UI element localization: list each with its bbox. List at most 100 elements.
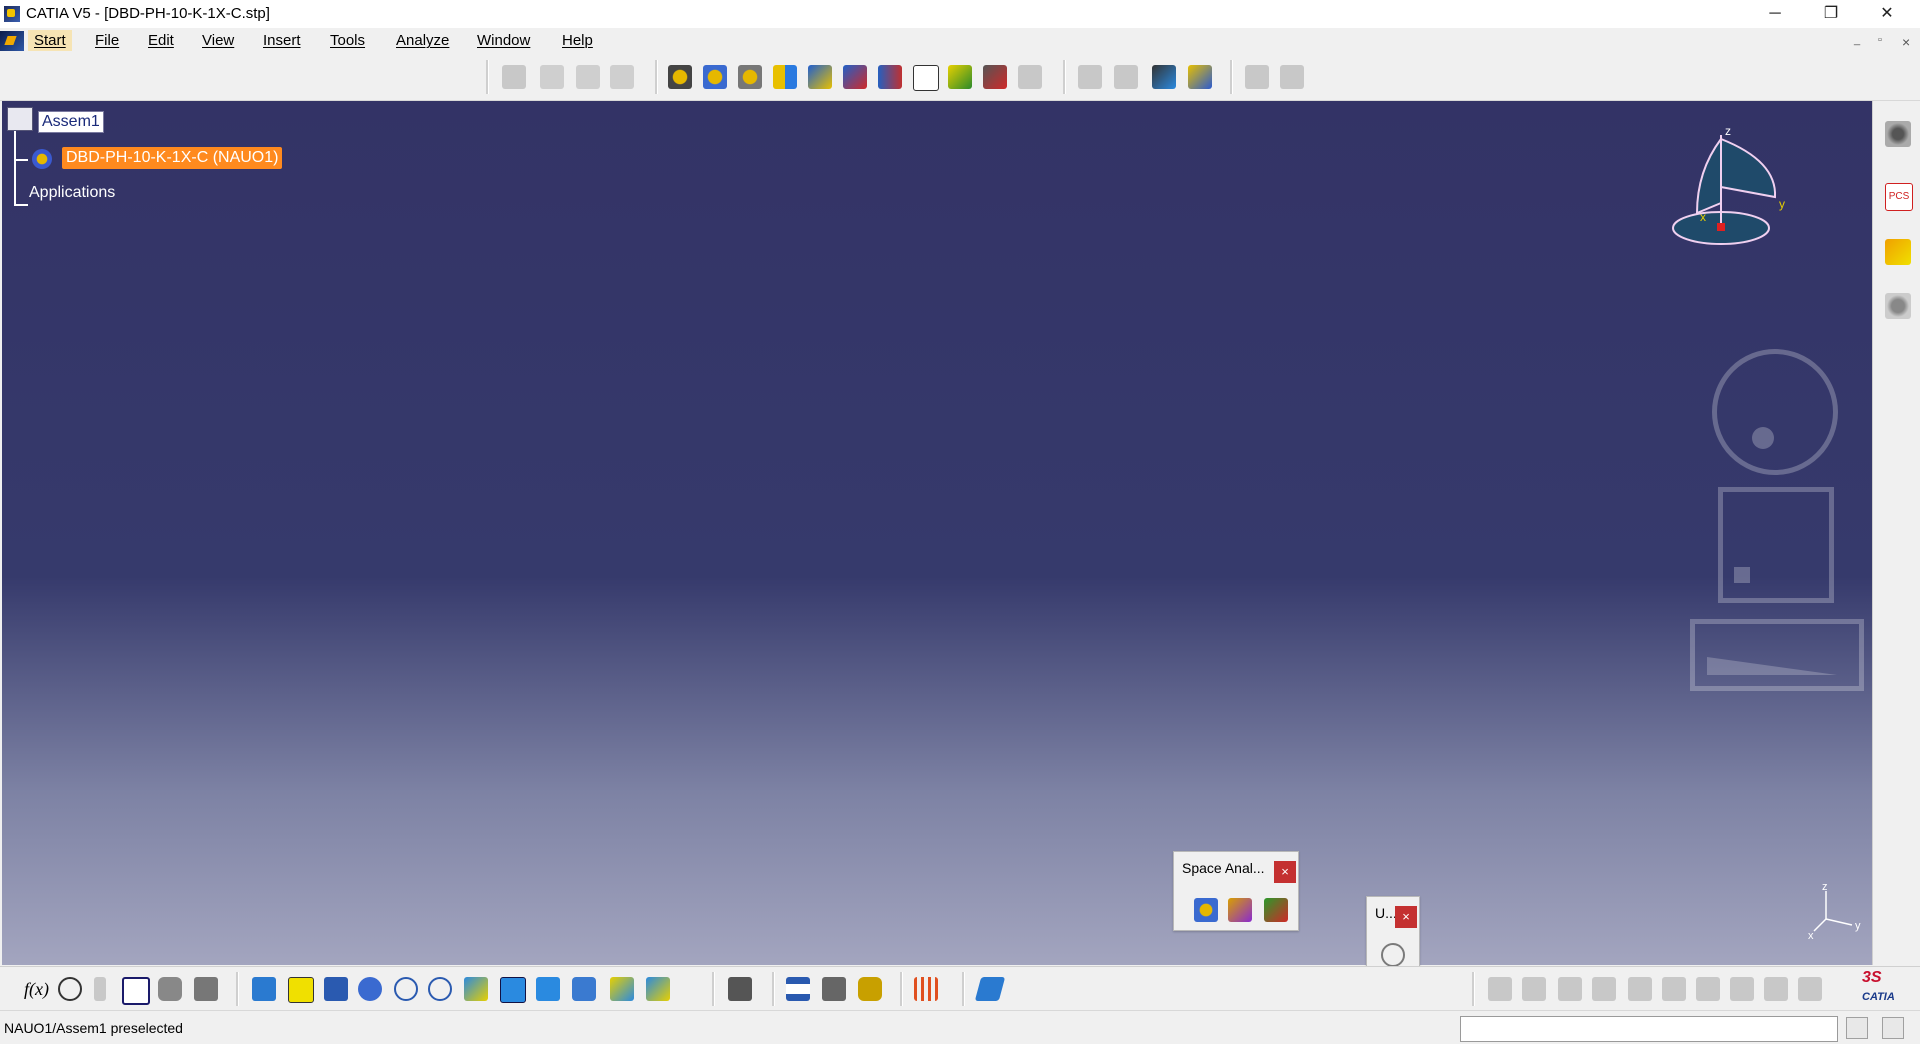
tree-node-applications[interactable]: Applications (29, 184, 115, 202)
close-button[interactable]: ✕ (1864, 0, 1910, 28)
zoom-out-icon[interactable] (428, 977, 452, 1001)
menu-tools[interactable]: Tools (330, 32, 365, 49)
constraint-icon[interactable] (1018, 65, 1042, 89)
space-analysis-close-button[interactable]: × (1274, 861, 1296, 883)
mdi-close-button[interactable]: × (1902, 34, 1910, 50)
sectioning-icon[interactable] (1228, 898, 1252, 922)
zoom-in-icon[interactable] (394, 977, 418, 1001)
explode-icon[interactable] (1152, 65, 1176, 89)
menu-analyze[interactable]: Analyze (396, 32, 449, 49)
menu-edit[interactable]: Edit (148, 32, 174, 49)
change-constraint-icon[interactable] (1764, 977, 1788, 1001)
define-multi-instantiation-icon[interactable] (913, 65, 939, 91)
swap-visible-space-icon[interactable] (646, 977, 670, 1001)
multi-instantiation-icon[interactable] (843, 65, 867, 89)
fix-icon[interactable] (1488, 977, 1512, 1001)
select-pointer-icon[interactable] (1885, 239, 1911, 265)
update-cycle-icon[interactable] (1381, 943, 1405, 967)
reuse-pattern-icon[interactable] (948, 65, 972, 89)
top-toolbar (0, 54, 1920, 101)
command-input[interactable] (1460, 1016, 1838, 1042)
angle-icon[interactable] (1628, 977, 1652, 1001)
component-gear-icon[interactable] (32, 149, 52, 169)
lock-icon[interactable] (94, 977, 106, 1001)
reference-icon[interactable] (194, 977, 218, 1001)
fix-together-icon[interactable] (1662, 977, 1686, 1001)
space-analysis-toolbar[interactable]: Space Anal... × (1173, 851, 1299, 931)
multi-view-icon[interactable] (500, 977, 526, 1003)
mdi-restore-button[interactable]: ▫ (1878, 34, 1882, 46)
graph-tree-reordering-icon[interactable] (703, 65, 727, 89)
rotate-icon[interactable] (358, 977, 382, 1001)
menu-help[interactable]: Help (562, 32, 593, 49)
contact-icon[interactable] (1558, 977, 1582, 1001)
distance-analysis-icon[interactable] (1264, 898, 1288, 922)
status-button-one[interactable] (1846, 1017, 1868, 1039)
right-toolbar: PCS (1872, 101, 1920, 965)
normal-view-icon[interactable] (464, 977, 488, 1001)
grid-icon[interactable] (914, 977, 938, 1001)
fast-multi-instantiation-icon[interactable] (878, 65, 902, 89)
toolbar-separator (1063, 60, 1066, 94)
toolbar-separator (486, 60, 489, 94)
generate-numbering-icon[interactable] (738, 65, 762, 89)
symmetry-icon[interactable] (983, 65, 1007, 89)
shading-icon[interactable] (572, 977, 596, 1001)
mdi-minimize-button[interactable]: _ (1854, 34, 1860, 46)
product-icon[interactable] (502, 65, 526, 89)
assembly-icon[interactable] (7, 107, 33, 131)
u-toolbar[interactable]: U... × (1366, 896, 1420, 976)
pcs-icon[interactable]: PCS (1885, 183, 1913, 211)
gear-cursor-icon[interactable] (1885, 293, 1911, 319)
formula-icon[interactable]: f(x) (24, 979, 49, 1000)
manage-representations-icon[interactable] (808, 65, 832, 89)
tree-node-component[interactable]: DBD-PH-10-K-1X-C (NAUO1) (62, 147, 283, 169)
bill-of-material-icon[interactable] (158, 977, 182, 1001)
measure-inertia-icon[interactable] (858, 977, 882, 1001)
menu-window[interactable]: Window (477, 32, 530, 49)
minimize-button[interactable]: ─ (1752, 0, 1798, 28)
snapshot-icon[interactable] (728, 977, 752, 1001)
iso-view-icon[interactable] (536, 977, 560, 1001)
restore-button[interactable]: ❐ (1808, 0, 1854, 28)
quick-constraint-icon[interactable] (1696, 977, 1720, 1001)
menu-view[interactable]: View (202, 32, 234, 49)
clash-icon[interactable] (1194, 898, 1218, 922)
measure-between-icon[interactable] (786, 977, 810, 1001)
fly-mode-icon[interactable] (252, 977, 276, 1001)
tree-node-assem1[interactable]: Assem1 (38, 111, 104, 133)
component-icon[interactable] (540, 65, 564, 89)
menu-file[interactable]: File (95, 32, 119, 49)
3d-viewport[interactable]: Assem1 DBD-PH-10-K-1X-C (NAUO1) Applicat… (2, 101, 1872, 965)
u-toolbar-close-button[interactable]: × (1395, 906, 1417, 928)
menu-start[interactable]: Start (28, 30, 72, 51)
window-title: CATIA V5 - [DBD-PH-10-K-1X-C.stp] (26, 5, 270, 22)
offset-icon[interactable] (1592, 977, 1616, 1001)
selective-load-icon[interactable] (773, 65, 797, 89)
catia-logo-text: CATIA (1862, 991, 1895, 1003)
part-icon[interactable] (576, 65, 600, 89)
measure-item-icon[interactable] (822, 977, 846, 1001)
update-icon[interactable] (1245, 65, 1269, 89)
toolbar-separator (236, 972, 239, 1006)
catalog-browser-icon[interactable] (974, 977, 1006, 1001)
flexible-rigid-icon[interactable] (1730, 977, 1754, 1001)
snap-icon[interactable] (1114, 65, 1138, 89)
existing-component-icon[interactable] (610, 65, 634, 89)
knowledge-icon[interactable] (58, 977, 82, 1001)
menu-insert[interactable]: Insert (263, 32, 301, 49)
hide-show-icon[interactable] (610, 977, 634, 1001)
update-all-icon[interactable] (1280, 65, 1304, 89)
reuse-pattern-constraint-icon[interactable] (1798, 977, 1822, 1001)
gear-settings-icon[interactable] (1885, 121, 1911, 147)
fit-all-icon[interactable] (288, 977, 314, 1003)
pan-icon[interactable] (324, 977, 348, 1001)
stop-manipulate-icon[interactable] (1188, 65, 1212, 89)
status-button-two[interactable] (1882, 1017, 1904, 1039)
catia-menu-logo-icon[interactable] (0, 31, 24, 51)
compass-widget[interactable]: z y x (1667, 121, 1787, 251)
table-icon[interactable] (122, 977, 150, 1005)
manipulation-icon[interactable] (1078, 65, 1102, 89)
coincidence-icon[interactable] (1522, 977, 1546, 1001)
replace-component-icon[interactable] (668, 65, 692, 89)
